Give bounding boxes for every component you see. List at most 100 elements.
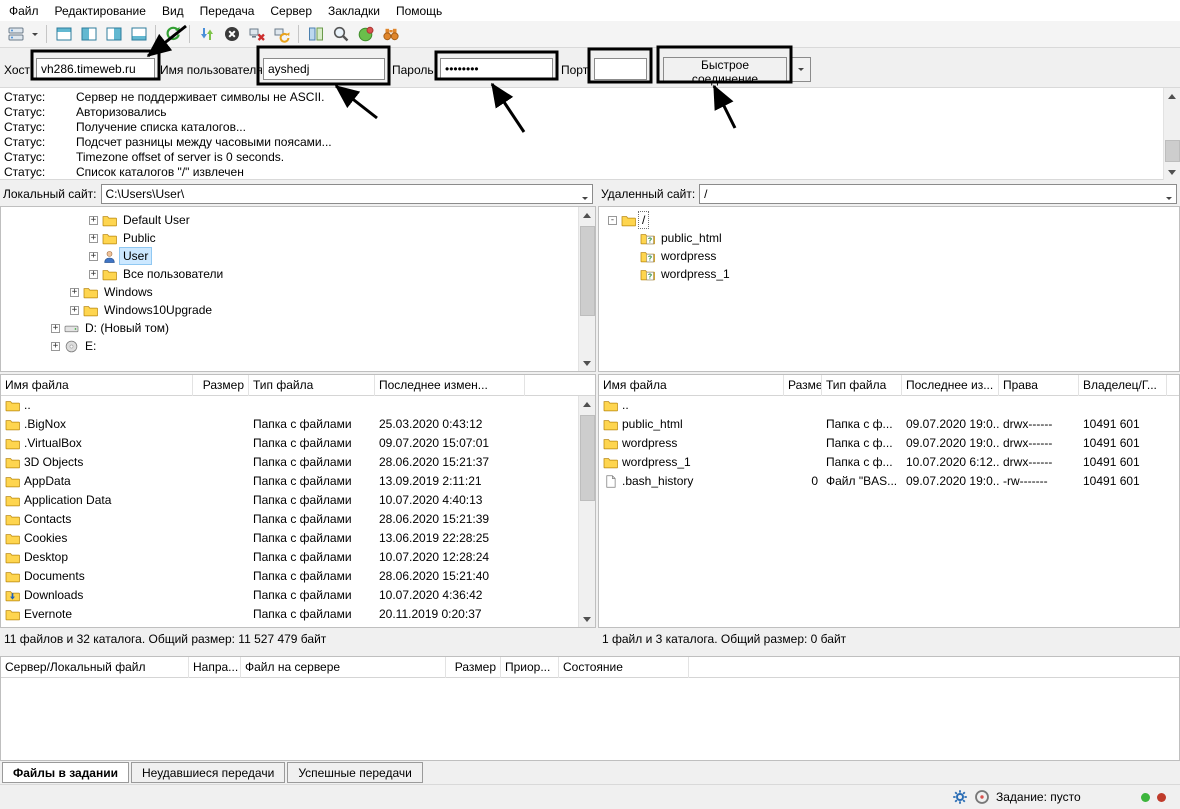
- file-row[interactable]: .BigNoxПапка с файлами25.03.2020 0:43:12: [1, 415, 595, 434]
- column-header[interactable]: Имя файла: [1, 375, 193, 396]
- scrollbar-thumb[interactable]: [1165, 140, 1180, 162]
- file-row[interactable]: public_htmlПапка с ф...09.07.2020 19:0..…: [599, 415, 1179, 434]
- quickconnect-button[interactable]: Быстрое соединение: [663, 57, 787, 82]
- quickconnect-dropdown-icon[interactable]: [790, 57, 811, 82]
- queue-tab-1[interactable]: Файлы в задании: [2, 762, 129, 783]
- scroll-up-icon[interactable]: [579, 396, 595, 412]
- tree-expander-icon[interactable]: +: [89, 216, 98, 225]
- tree-item[interactable]: +Windows: [1, 283, 595, 301]
- menu-item-6[interactable]: Закладки: [320, 1, 388, 21]
- site-manager-icon[interactable]: [3, 23, 28, 46]
- column-header[interactable]: Сервер/Локальный файл: [1, 657, 189, 678]
- file-row[interactable]: EvernoteПапка с файлами20.11.2019 0:20:3…: [1, 605, 595, 624]
- local-tree-scrollbar[interactable]: [578, 207, 595, 371]
- toggle-queue-icon[interactable]: [126, 23, 151, 46]
- file-row[interactable]: ..: [599, 396, 1179, 415]
- tree-item[interactable]: +Public: [1, 229, 595, 247]
- file-row[interactable]: .bash_history0Файл "BAS...09.07.2020 19:…: [599, 472, 1179, 491]
- remote-site-combobox[interactable]: /: [699, 184, 1177, 204]
- column-header[interactable]: Имя файла: [599, 375, 784, 396]
- tree-expander-icon[interactable]: +: [51, 324, 60, 333]
- tree-expander-icon[interactable]: -: [608, 216, 617, 225]
- file-row[interactable]: Application DataПапка с файлами10.07.202…: [1, 491, 595, 510]
- tree-item[interactable]: +Windows10Upgrade: [1, 301, 595, 319]
- tree-item[interactable]: wordpress: [599, 247, 1179, 265]
- menu-item-3[interactable]: Вид: [154, 1, 192, 21]
- toggle-local-tree-icon[interactable]: [76, 23, 101, 46]
- file-row[interactable]: wordpress_1Папка с ф...10.07.2020 6:12..…: [599, 453, 1179, 472]
- file-row[interactable]: CookiesПапка с файлами13.06.2019 22:28:2…: [1, 529, 595, 548]
- process-queue-icon[interactable]: [194, 23, 219, 46]
- scroll-down-icon[interactable]: [1164, 164, 1180, 180]
- column-header[interactable]: Последнее из...: [902, 375, 999, 396]
- tree-expander-icon[interactable]: +: [89, 252, 98, 261]
- menu-item-7[interactable]: Помощь: [388, 1, 450, 21]
- password-input[interactable]: [440, 58, 553, 80]
- host-input[interactable]: [36, 58, 155, 80]
- file-row[interactable]: DesktopПапка с файлами10.07.2020 12:28:2…: [1, 548, 595, 567]
- scroll-up-icon[interactable]: [1164, 88, 1180, 104]
- column-header[interactable]: Размер: [446, 657, 501, 678]
- tree-item[interactable]: wordpress_1: [599, 265, 1179, 283]
- tree-expander-icon[interactable]: +: [89, 234, 98, 243]
- log-scrollbar[interactable]: [1163, 88, 1180, 180]
- column-header[interactable]: Последнее измен...: [375, 375, 525, 396]
- column-header[interactable]: Размер: [193, 375, 249, 396]
- scroll-down-icon[interactable]: [579, 611, 595, 627]
- queue-tab-3[interactable]: Успешные передачи: [287, 762, 423, 783]
- local-files-scrollbar[interactable]: [578, 396, 595, 627]
- column-header[interactable]: Размер: [784, 375, 822, 396]
- file-row[interactable]: ..: [1, 396, 595, 415]
- local-site-combobox[interactable]: C:\Users\User\: [101, 184, 594, 204]
- queue-tab-2[interactable]: Неудавшиеся передачи: [131, 762, 285, 783]
- site-manager-dropdown-icon[interactable]: [28, 23, 42, 46]
- tree-item[interactable]: +User: [1, 247, 595, 265]
- menu-item-2[interactable]: Редактирование: [47, 1, 154, 21]
- tree-item[interactable]: +D: (Новый том): [1, 319, 595, 337]
- queue-indicator-icon[interactable]: [974, 789, 990, 805]
- chevron-down-icon[interactable]: [1166, 197, 1172, 203]
- settings-icon[interactable]: [952, 789, 968, 805]
- file-row[interactable]: AppDataПапка с файлами13.09.2019 2:11:21: [1, 472, 595, 491]
- directory-comparison-icon[interactable]: [303, 23, 328, 46]
- menu-item-5[interactable]: Сервер: [262, 1, 320, 21]
- menu-item-4[interactable]: Передача: [192, 1, 263, 21]
- search-icon[interactable]: [328, 23, 353, 46]
- file-row[interactable]: wordpressПапка с ф...09.07.2020 19:0...d…: [599, 434, 1179, 453]
- column-header[interactable]: Приор...: [501, 657, 559, 678]
- toggle-remote-tree-icon[interactable]: [101, 23, 126, 46]
- column-header[interactable]: Тип файла: [822, 375, 902, 396]
- column-header[interactable]: Состояние: [559, 657, 689, 678]
- column-header[interactable]: Файл на сервере: [241, 657, 446, 678]
- file-row[interactable]: .VirtualBoxПапка с файлами09.07.2020 15:…: [1, 434, 595, 453]
- sync-browsing-icon[interactable]: [353, 23, 378, 46]
- column-header[interactable]: Тип файла: [249, 375, 375, 396]
- tree-item[interactable]: +Все пользователи: [1, 265, 595, 283]
- column-header[interactable]: Владелец/Г...: [1079, 375, 1167, 396]
- menu-item-1[interactable]: Файл: [1, 1, 47, 21]
- username-input[interactable]: [263, 58, 385, 80]
- column-header[interactable]: Напра...: [189, 657, 241, 678]
- tree-item[interactable]: public_html: [599, 229, 1179, 247]
- tree-item[interactable]: -/: [599, 211, 1179, 229]
- toggle-message-log-icon[interactable]: [51, 23, 76, 46]
- cancel-icon[interactable]: [219, 23, 244, 46]
- chevron-down-icon[interactable]: [582, 197, 588, 203]
- tree-item[interactable]: +E:: [1, 337, 595, 355]
- reconnect-icon[interactable]: [269, 23, 294, 46]
- refresh-icon[interactable]: [160, 23, 185, 46]
- file-row[interactable]: DownloadsПапка с файлами10.07.2020 4:36:…: [1, 586, 595, 605]
- scroll-down-icon[interactable]: [579, 355, 595, 371]
- file-row[interactable]: ContactsПапка с файлами28.06.2020 15:21:…: [1, 510, 595, 529]
- scrollbar-thumb[interactable]: [580, 226, 595, 316]
- find-files-icon[interactable]: [378, 23, 403, 46]
- column-header[interactable]: Права: [999, 375, 1079, 396]
- tree-expander-icon[interactable]: +: [89, 270, 98, 279]
- scrollbar-thumb[interactable]: [580, 415, 595, 501]
- file-row[interactable]: 3D ObjectsПапка с файлами28.06.2020 15:2…: [1, 453, 595, 472]
- scroll-up-icon[interactable]: [579, 207, 595, 223]
- port-input[interactable]: [594, 58, 647, 80]
- file-row[interactable]: DocumentsПапка с файлами28.06.2020 15:21…: [1, 567, 595, 586]
- tree-expander-icon[interactable]: +: [70, 306, 79, 315]
- tree-expander-icon[interactable]: +: [51, 342, 60, 351]
